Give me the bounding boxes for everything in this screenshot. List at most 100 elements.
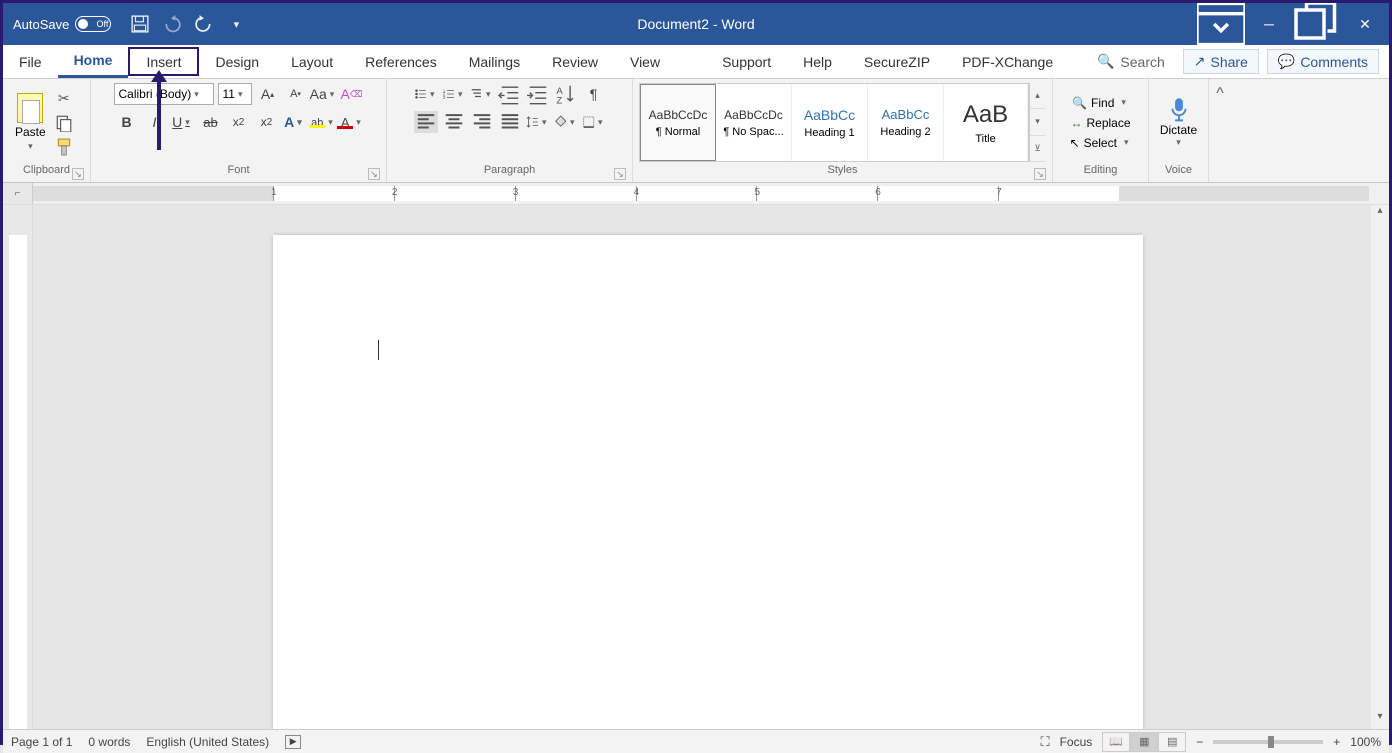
justify-icon[interactable] <box>498 111 522 133</box>
bullets-icon[interactable]: ▾ <box>414 83 438 105</box>
scroll-down-icon[interactable]: ▾ <box>1377 711 1382 729</box>
superscript-button[interactable]: x2 <box>255 111 279 133</box>
align-center-icon[interactable] <box>442 111 466 133</box>
web-layout-icon[interactable]: ▤ <box>1158 732 1186 752</box>
share-button[interactable]: ↗ Share <box>1183 49 1259 74</box>
page[interactable] <box>273 235 1143 729</box>
select-button[interactable]: ↖Select▾ <box>1066 134 1136 152</box>
collapse-ribbon-icon[interactable]: ^ <box>1209 79 1231 182</box>
focus-mode[interactable]: Focus <box>1060 735 1093 749</box>
bold-button[interactable]: B <box>115 111 139 133</box>
style-title[interactable]: AaB Title <box>944 84 1028 161</box>
vertical-scrollbar[interactable]: ▴ ▾ <box>1371 205 1389 729</box>
style-normal[interactable]: AaBbCcDc ¶ Normal <box>640 84 716 161</box>
style-no-spacing[interactable]: AaBbCcDc ¶ No Spac... <box>716 84 792 161</box>
tab-view[interactable]: View <box>614 45 676 78</box>
increase-indent-icon[interactable] <box>526 83 550 105</box>
tab-design[interactable]: Design <box>199 45 275 78</box>
format-painter-icon[interactable] <box>54 138 74 156</box>
zoom-out-button[interactable]: − <box>1196 735 1203 749</box>
style-heading1[interactable]: AaBbCc Heading 1 <box>792 84 868 161</box>
microphone-icon[interactable] <box>1168 97 1190 123</box>
align-right-icon[interactable] <box>470 111 494 133</box>
font-name-select[interactable]: Calibri (Body)▾ <box>114 83 214 105</box>
page-indicator[interactable]: Page 1 of 1 <box>11 735 72 749</box>
vertical-ruler[interactable] <box>3 205 33 729</box>
show-hide-icon[interactable]: ¶ <box>582 83 606 105</box>
zoom-level[interactable]: 100% <box>1350 735 1381 749</box>
italic-button[interactable]: I <box>143 111 167 133</box>
multilevel-list-icon[interactable]: ▾ <box>470 83 494 105</box>
sort-icon[interactable]: AZ <box>554 83 578 105</box>
document-area: ▴ ▾ <box>3 205 1389 729</box>
save-icon[interactable] <box>131 15 149 33</box>
tab-help[interactable]: Help <box>787 45 848 78</box>
chevron-down-icon[interactable]: ▾ <box>1173 137 1184 148</box>
read-mode-icon[interactable]: 📖 <box>1102 732 1130 752</box>
zoom-in-button[interactable]: + <box>1333 735 1340 749</box>
styles-down-icon[interactable]: ▾ <box>1030 109 1045 135</box>
close-button[interactable]: ✕ <box>1341 3 1389 45</box>
dialog-launcher-icon[interactable]: ↘ <box>614 168 626 180</box>
tab-mailings[interactable]: Mailings <box>453 45 536 78</box>
document-canvas[interactable] <box>33 205 1371 729</box>
dialog-launcher-icon[interactable]: ↘ <box>1034 168 1046 180</box>
scroll-up-icon[interactable]: ▴ <box>1377 205 1382 223</box>
undo-icon[interactable] <box>163 15 181 33</box>
comments-button[interactable]: 💬 Comments <box>1267 49 1379 74</box>
qat-customize-icon[interactable]: ▾ <box>227 15 245 33</box>
tab-securezip[interactable]: SecureZIP <box>848 45 946 78</box>
autosave-toggle[interactable]: AutoSave Off <box>3 16 121 32</box>
search-box[interactable]: 🔍 Search <box>1087 53 1175 70</box>
tab-support[interactable]: Support <box>706 45 787 78</box>
minimize-button[interactable]: ─ <box>1245 3 1293 45</box>
dialog-launcher-icon[interactable]: ↘ <box>72 168 84 180</box>
display-settings-icon[interactable]: ⛶ <box>1040 734 1049 750</box>
tab-pdfxchange[interactable]: PDF-XChange <box>946 45 1069 78</box>
clear-formatting-icon[interactable]: A⌫ <box>340 83 364 105</box>
highlight-icon[interactable]: ab▾ <box>311 111 335 133</box>
tab-review[interactable]: Review <box>536 45 614 78</box>
tab-home[interactable]: Home <box>58 45 129 78</box>
numbering-icon[interactable]: 123▾ <box>442 83 466 105</box>
style-heading2[interactable]: AaBbCc Heading 2 <box>868 84 944 161</box>
tab-selector[interactable]: ⌐ <box>3 183 33 204</box>
zoom-slider[interactable] <box>1213 740 1323 744</box>
shading-icon[interactable]: ▾ <box>554 111 578 133</box>
maximize-button[interactable] <box>1293 3 1341 45</box>
tab-file[interactable]: File <box>3 45 58 78</box>
line-spacing-icon[interactable]: ▾ <box>526 111 550 133</box>
subscript-button[interactable]: x2 <box>227 111 251 133</box>
borders-icon[interactable]: ▾ <box>582 111 606 133</box>
decrease-indent-icon[interactable] <box>498 83 522 105</box>
print-layout-icon[interactable]: ▦ <box>1130 732 1158 752</box>
cut-icon[interactable]: ✂ <box>54 90 74 108</box>
find-button[interactable]: 🔍Find▾ <box>1068 94 1133 112</box>
align-left-icon[interactable] <box>414 111 438 133</box>
underline-button[interactable]: U▾ <box>171 111 195 133</box>
styles-up-icon[interactable]: ▴ <box>1030 83 1045 109</box>
macro-recording-icon[interactable]: ▶ <box>285 735 301 749</box>
ribbon-display-icon[interactable] <box>1197 3 1245 45</box>
tab-layout[interactable]: Layout <box>275 45 349 78</box>
zoom-thumb[interactable] <box>1268 736 1274 748</box>
font-size-select[interactable]: 11▾ <box>218 83 252 105</box>
styles-more-icon[interactable]: ⊻ <box>1030 136 1045 162</box>
toggle-switch[interactable]: Off <box>75 16 111 32</box>
replace-button[interactable]: ↔Replace <box>1066 114 1134 132</box>
change-case-icon[interactable]: Aa▾ <box>312 83 336 105</box>
grow-font-icon[interactable]: A▴ <box>256 83 280 105</box>
redo-icon[interactable] <box>195 15 213 33</box>
strikethrough-button[interactable]: ab <box>199 111 223 133</box>
dictate-button[interactable]: Dictate <box>1160 123 1197 137</box>
paste-button[interactable]: Paste ▾ <box>11 91 50 154</box>
font-color-icon[interactable]: A▾ <box>339 111 363 133</box>
copy-icon[interactable] <box>54 114 74 132</box>
dialog-launcher-icon[interactable]: ↘ <box>368 168 380 180</box>
shrink-font-icon[interactable]: A▾ <box>284 83 308 105</box>
word-count[interactable]: 0 words <box>88 735 130 749</box>
tab-references[interactable]: References <box>349 45 453 78</box>
horizontal-ruler[interactable]: 1 2 3 4 5 6 7 <box>33 186 1369 201</box>
text-effects-icon[interactable]: A▾ <box>283 111 307 133</box>
language-indicator[interactable]: English (United States) <box>146 735 269 749</box>
